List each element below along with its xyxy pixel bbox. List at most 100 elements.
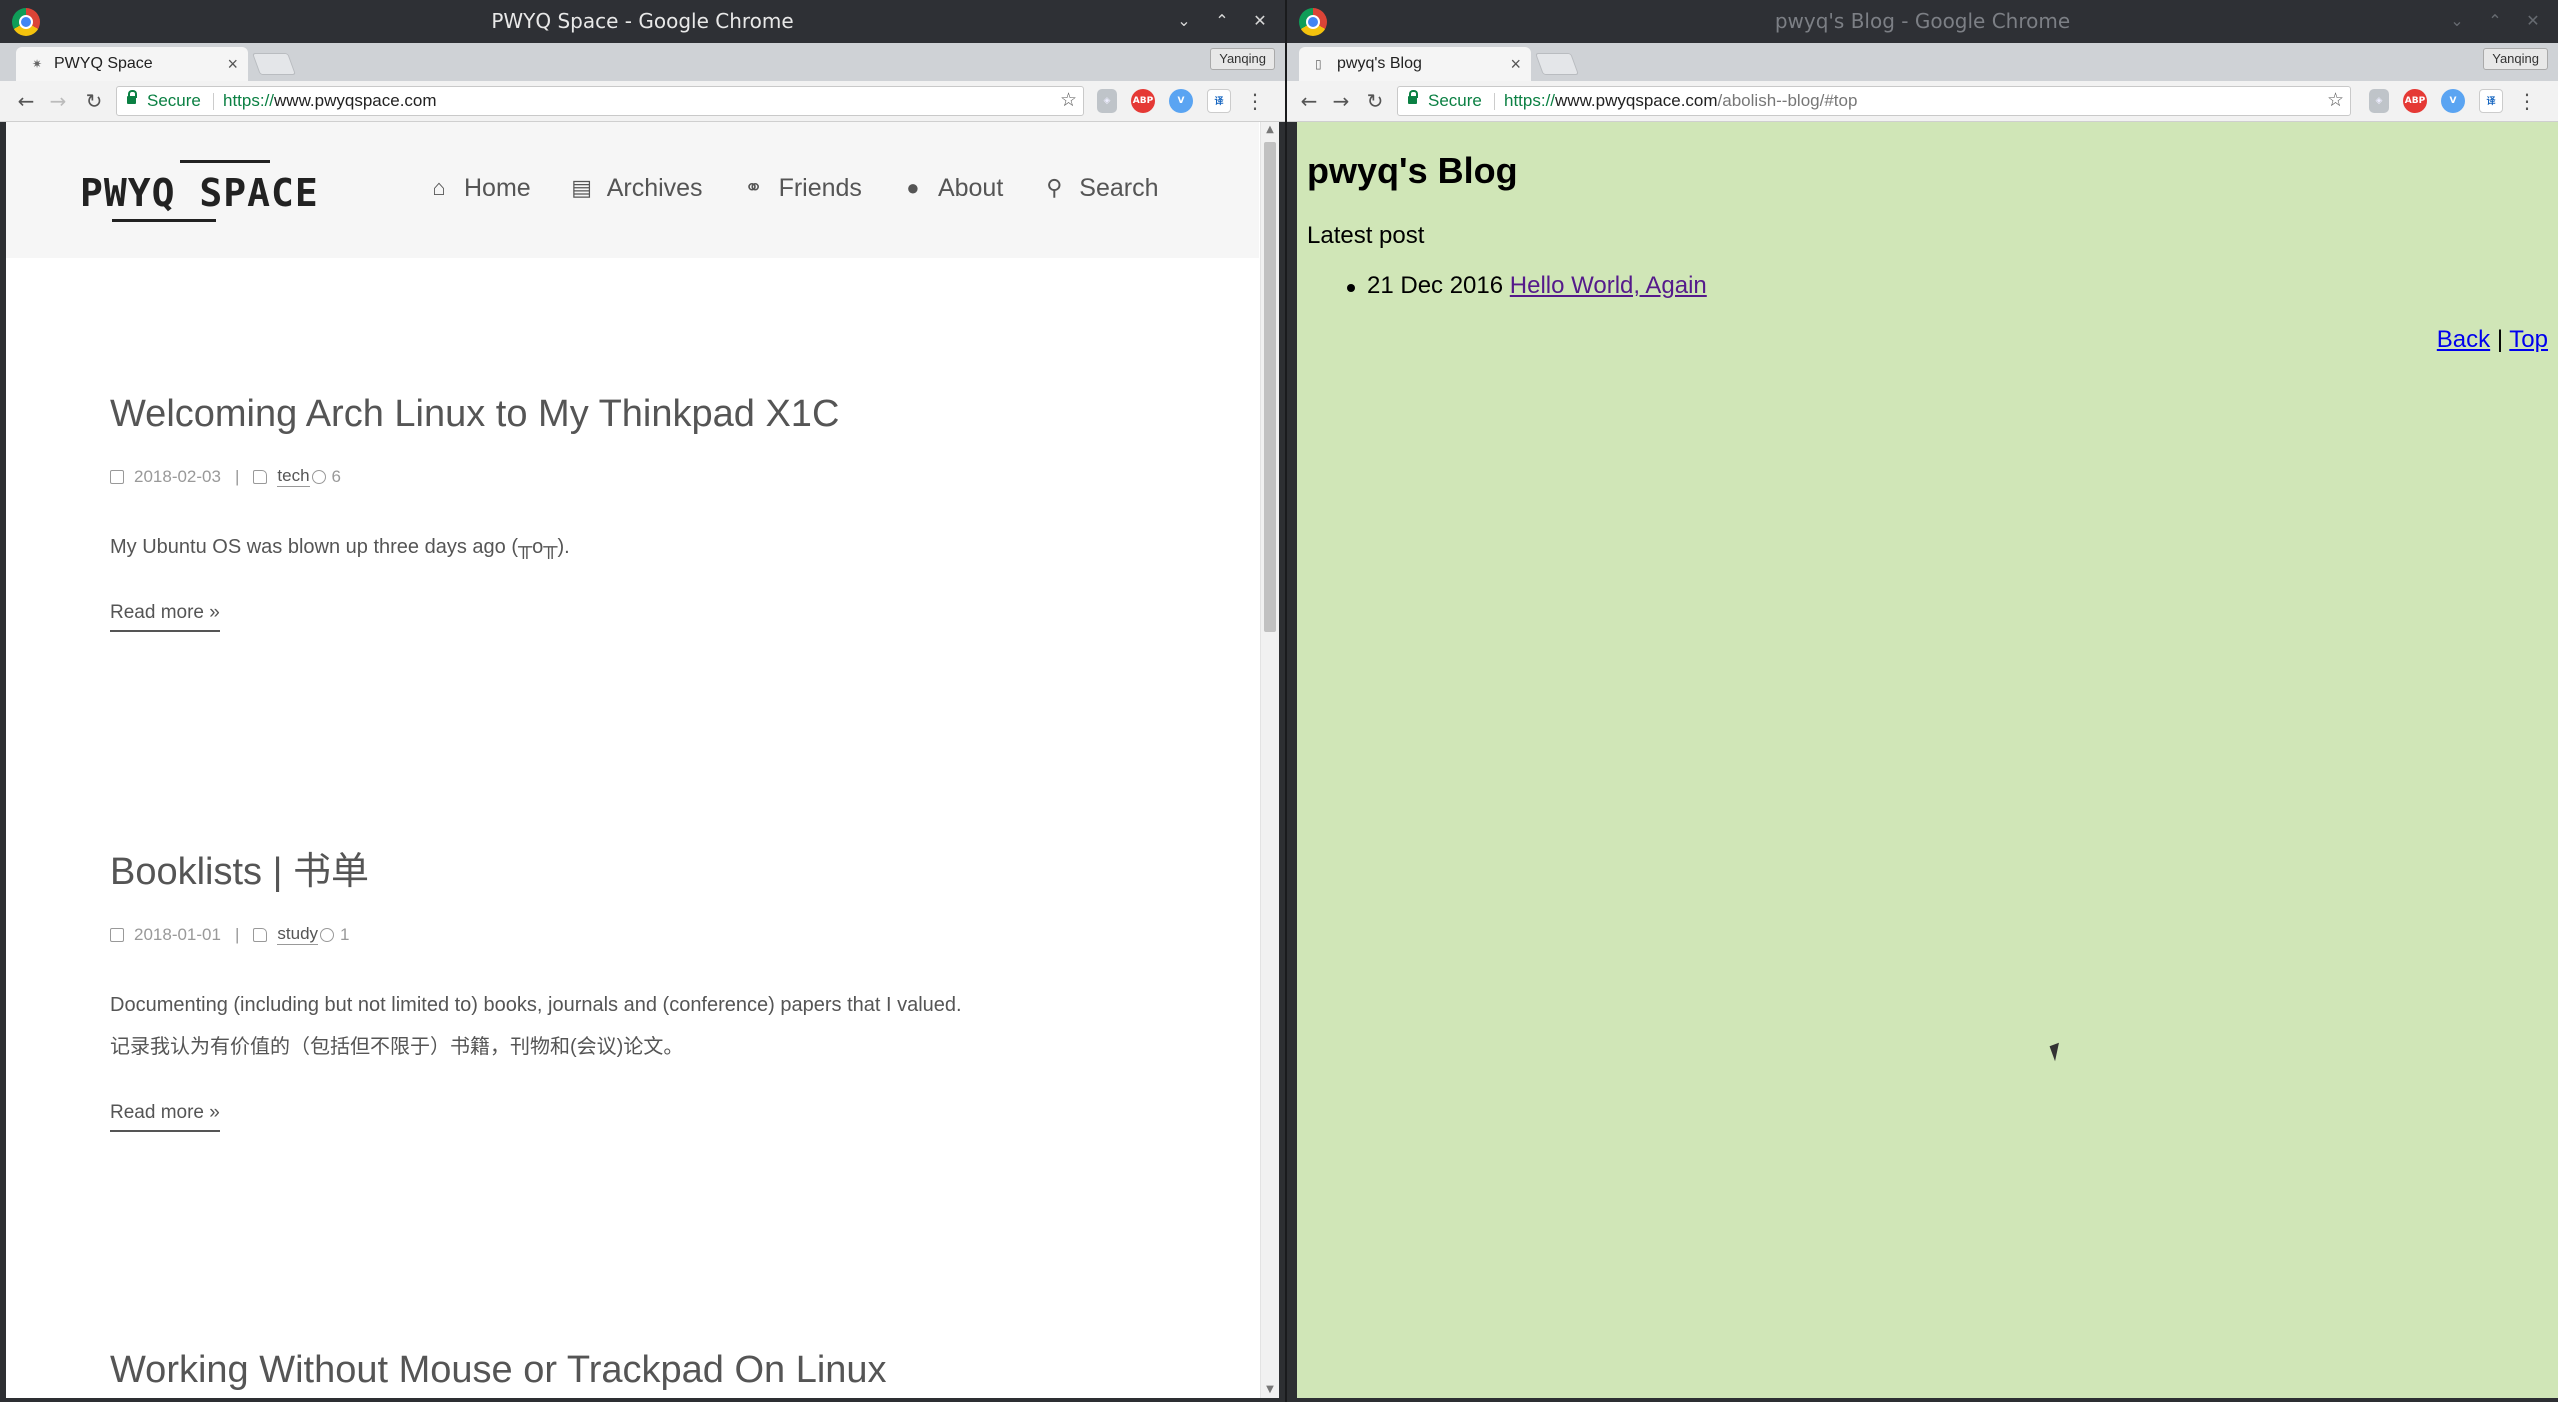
page-viewport: PWYQ SPACE ⌂ Home ▤ Archives ⚭ Friends ● — [6, 122, 1279, 1398]
menu-label: Home — [464, 173, 531, 202]
bookmark-star-icon[interactable]: ☆ — [2327, 87, 2344, 115]
url-path: /abolish--blog/#top — [1717, 91, 1858, 110]
menu-item-friends[interactable]: ⚭ Friends — [741, 156, 862, 220]
tab-pwyq-blog[interactable]: ▯ pwyq's Blog × — [1299, 47, 1531, 81]
address-bar[interactable]: Secure https://www.pwyqspace.com ☆ — [116, 86, 1084, 116]
post-category[interactable]: tech — [277, 466, 310, 487]
menu-dots-icon[interactable]: ⋮ — [1245, 89, 1265, 113]
post-meta: 2018-02-03 | tech 6 — [110, 466, 341, 487]
scrollbar[interactable]: ▲ ▼ — [1260, 122, 1279, 1398]
top-link[interactable]: Top — [2509, 326, 2548, 353]
tab-strip: ✷ PWYQ Space × Yanqing — [0, 43, 1285, 81]
tab-pwyq-space[interactable]: ✷ PWYQ Space × — [16, 47, 248, 81]
excerpt-line: 记录我认为有价值的（包括但不限于）书籍，刊物和(会议)论文。 — [110, 1036, 684, 1058]
clock-icon — [311, 469, 326, 484]
browser-toolbar: ← → ↻ Secure https://www.pwyqspace.com ☆… — [0, 81, 1285, 122]
window-controls: ⌄ ⌃ ✕ — [1171, 8, 1273, 34]
right-browser-window: pwyq's Blog - Google Chrome ⌄ ⌃ ✕ ▯ pwyq… — [1287, 0, 2558, 1402]
favicon-icon: ✷ — [32, 57, 43, 71]
reload-icon[interactable]: ↻ — [80, 87, 108, 115]
url-scheme: https:// — [1504, 91, 1556, 110]
back-arrow-icon[interactable]: ← — [12, 87, 40, 115]
post-link[interactable]: Hello World, Again — [1510, 272, 1707, 299]
back-top-nav: Back | Top — [2437, 326, 2548, 354]
logo-decoration — [112, 219, 216, 222]
menu-label: Archives — [606, 173, 703, 202]
menu-item-search[interactable]: ⚲ Search — [1041, 156, 1158, 220]
folder-icon — [253, 469, 268, 484]
post-views: 1 — [340, 924, 350, 944]
chevron-down-icon[interactable]: ⌄ — [1171, 8, 1197, 34]
profile-button[interactable]: Yanqing — [1210, 48, 1275, 70]
title-bar: pwyq's Blog - Google Chrome ⌄ ⌃ ✕ — [1287, 0, 2558, 43]
read-more-link[interactable]: Read more » — [110, 1098, 220, 1132]
menu-item-about[interactable]: ● About — [900, 156, 1003, 220]
site-logo[interactable]: PWYQ SPACE — [80, 160, 328, 222]
close-icon[interactable]: ✕ — [2520, 8, 2546, 34]
maximize-icon[interactable]: ⌃ — [2482, 8, 2508, 34]
post-title[interactable]: Working Without Mouse or Trackpad On Lin… — [110, 1346, 887, 1394]
vimium-extension-icon[interactable]: V — [1169, 89, 1193, 113]
secure-label: Secure — [147, 91, 201, 110]
translate-extension-icon[interactable]: 译 — [1207, 89, 1231, 113]
scroll-up-icon[interactable]: ▲ — [1264, 124, 1276, 136]
menu-item-archives[interactable]: ▤ Archives — [569, 156, 703, 220]
url-host: www.pwyqspace.com — [274, 91, 437, 110]
user-icon: ● — [906, 175, 920, 200]
shield-extension-icon[interactable]: ◈ — [2369, 89, 2389, 113]
translate-extension-icon[interactable]: 译 — [2479, 89, 2503, 113]
new-tab-button[interactable] — [251, 53, 297, 75]
maximize-icon[interactable]: ⌃ — [1209, 8, 1235, 34]
folder-icon — [253, 927, 268, 942]
page-icon: ▯ — [1315, 57, 1322, 71]
post-meta: 2018-01-01 | study 1 — [110, 924, 350, 945]
forward-arrow-icon[interactable]: → — [1327, 87, 1355, 115]
title-bar: PWYQ Space - Google Chrome ⌄ ⌃ ✕ — [0, 0, 1285, 43]
post-excerpt: My Ubuntu OS was blown up three days ago… — [110, 526, 570, 568]
scrollbar-thumb[interactable] — [1264, 142, 1276, 632]
tab-close-icon[interactable]: × — [227, 47, 238, 81]
adblock-extension-icon[interactable]: ABP — [1131, 89, 1155, 113]
tab-label: pwyq's Blog — [1337, 55, 1422, 72]
menu-item-home[interactable]: ⌂ Home — [426, 156, 531, 220]
page-title: pwyq's Blog — [1307, 150, 1518, 191]
url-host: www.pwyqspace.com — [1555, 91, 1718, 110]
lock-icon — [1408, 90, 1418, 104]
omnibox-separator — [213, 93, 214, 110]
chevron-down-icon[interactable]: ⌄ — [2444, 8, 2470, 34]
scroll-down-icon[interactable]: ▼ — [1264, 1384, 1276, 1396]
tab-close-icon[interactable]: × — [1510, 47, 1521, 81]
post-date: 2018-01-01 — [134, 924, 221, 944]
menu-dots-icon[interactable]: ⋮ — [2517, 89, 2537, 113]
site-menu: ⌂ Home ▤ Archives ⚭ Friends ● About ⚲ Se… — [426, 156, 1197, 220]
window-title: pwyq's Blog - Google Chrome — [1774, 9, 2071, 33]
post-category[interactable]: study — [277, 924, 319, 945]
vimium-extension-icon[interactable]: V — [2441, 89, 2465, 113]
search-icon: ⚲ — [1046, 175, 1063, 200]
post-title[interactable]: Booklists | 书单 — [110, 848, 369, 896]
lock-icon — [127, 90, 137, 104]
reload-icon[interactable]: ↻ — [1361, 87, 1389, 115]
url-scheme: https:// — [223, 91, 275, 110]
window-title: PWYQ Space - Google Chrome — [491, 9, 794, 33]
list-item: 21 Dec 2016 Hello World, Again — [1347, 272, 1707, 300]
left-browser-window: PWYQ Space - Google Chrome ⌄ ⌃ ✕ ✷ PWYQ … — [0, 0, 1285, 1402]
forward-arrow-icon[interactable]: → — [44, 87, 72, 115]
post-title[interactable]: Welcoming Arch Linux to My Thinkpad X1C — [110, 390, 839, 438]
excerpt-line: My Ubuntu OS was blown up three days ago… — [110, 536, 570, 558]
shield-extension-icon[interactable]: ◈ — [1097, 89, 1117, 113]
back-arrow-icon[interactable]: ← — [1295, 87, 1323, 115]
adblock-extension-icon[interactable]: ABP — [2403, 89, 2427, 113]
tab-label: PWYQ Space — [54, 55, 153, 72]
excerpt-line: Documenting (including but not limited t… — [110, 994, 962, 1016]
post-views: 6 — [331, 466, 341, 486]
profile-button[interactable]: Yanqing — [2483, 48, 2548, 70]
url-text: https://www.pwyqspace.com/abolish--blog/… — [1504, 87, 1857, 115]
new-tab-button[interactable] — [1534, 53, 1580, 75]
extensions-area: ◈ ABP V 译 ⋮ — [1097, 89, 1265, 113]
close-icon[interactable]: ✕ — [1247, 8, 1273, 34]
read-more-link[interactable]: Read more » — [110, 598, 220, 632]
back-link[interactable]: Back — [2437, 326, 2490, 353]
bookmark-star-icon[interactable]: ☆ — [1060, 87, 1077, 115]
address-bar[interactable]: Secure https://www.pwyqspace.com/abolish… — [1397, 86, 2351, 116]
